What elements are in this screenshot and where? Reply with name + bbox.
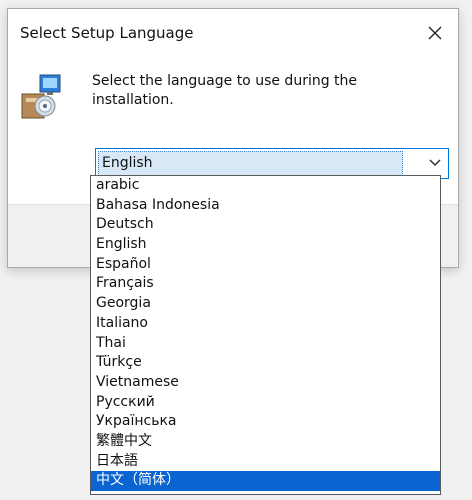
language-option[interactable]: 繁體中文 <box>91 432 440 452</box>
title-bar: Select Setup Language <box>8 9 458 61</box>
language-option[interactable]: Deutsch <box>91 215 440 235</box>
language-select-value: English <box>102 155 153 171</box>
chevron-down-icon <box>429 159 441 167</box>
language-option[interactable]: Bahasa Indonesia <box>91 196 440 216</box>
language-option[interactable]: Georgia <box>91 294 440 314</box>
close-button[interactable] <box>418 19 452 47</box>
language-option[interactable]: Русский <box>91 393 440 413</box>
language-option[interactable]: 中文（简体） <box>91 471 440 491</box>
language-option[interactable]: Español <box>91 255 440 275</box>
language-dropdown-list[interactable]: arabic Bahasa Indonesia Deutsch English Espa… <box>90 175 441 495</box>
language-option[interactable]: Türkçe <box>91 353 440 373</box>
language-option[interactable]: arabic <box>91 176 440 196</box>
setup-installer-icon <box>21 74 61 119</box>
language-select-focus: English <box>98 151 403 176</box>
dialog-title: Select Setup Language <box>20 24 194 42</box>
language-option[interactable]: Українська <box>91 412 440 432</box>
language-option[interactable]: 日本語 <box>91 452 440 472</box>
language-option[interactable]: Italiano <box>91 314 440 334</box>
language-option[interactable]: Français <box>91 274 440 294</box>
language-option[interactable]: Vietnamese <box>91 373 440 393</box>
language-option[interactable]: Thai <box>91 334 440 354</box>
close-icon <box>428 26 442 40</box>
language-option[interactable]: English <box>91 235 440 255</box>
instruction-text: Select the language to use during the in… <box>92 73 358 108</box>
